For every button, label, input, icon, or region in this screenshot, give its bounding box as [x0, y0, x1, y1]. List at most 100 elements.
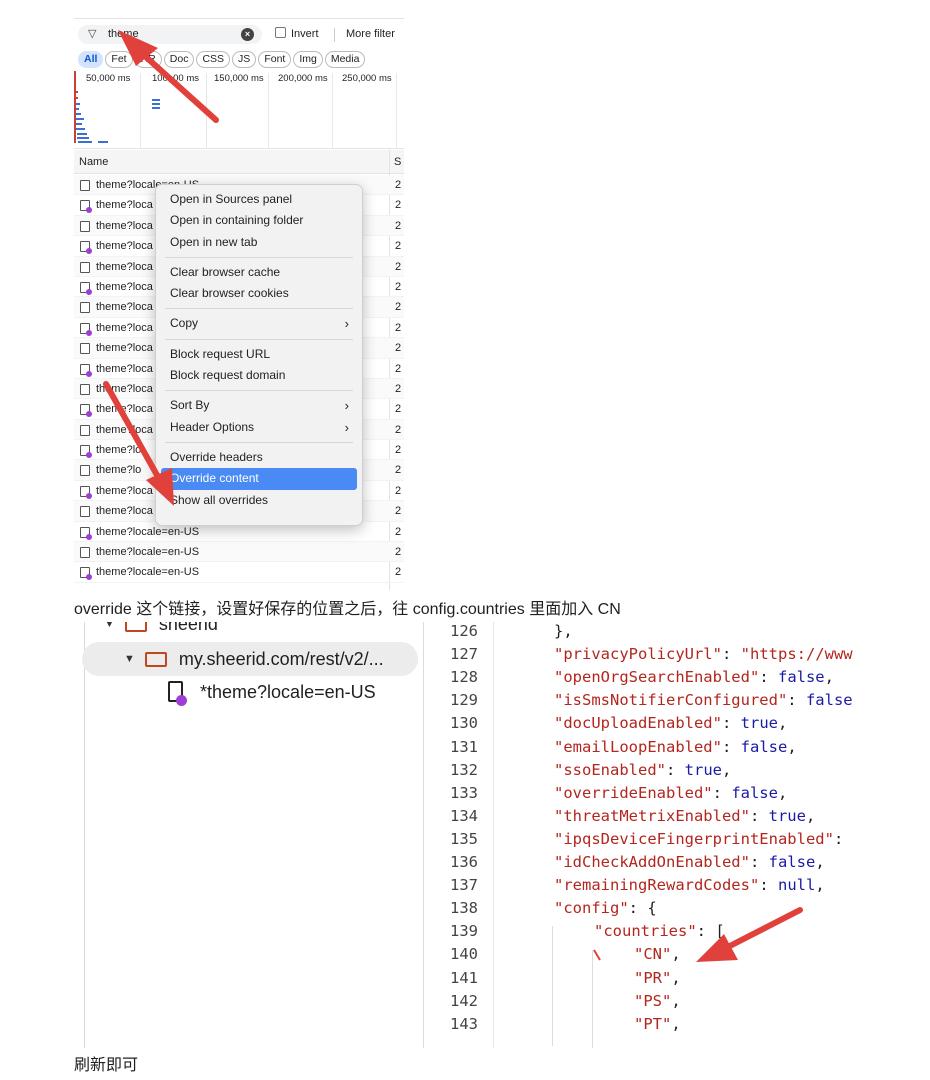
timeline-overview[interactable]: 50,000 ms 100, 00 ms 150,000 ms 200,000 ms 2… — [74, 71, 404, 149]
more-filters-button[interactable]: More filter — [346, 27, 395, 42]
request-name: theme?locale=en-US — [96, 546, 200, 559]
request-name: theme?loca — [96, 240, 153, 253]
menu-item[interactable]: Header Options › — [161, 417, 357, 438]
timeline-bar — [77, 137, 89, 139]
menu-item[interactable]: Open in new tab — [161, 232, 357, 253]
chevron-down-icon[interactable]: ▼ — [124, 646, 135, 672]
menu-item[interactable]: Clear browser cache — [161, 262, 357, 283]
menu-item-label: Open in Sources panel — [170, 192, 293, 206]
menu-item-label: Show all overrides — [170, 492, 269, 507]
request-status: 2 — [395, 566, 402, 579]
line-number: 133 — [450, 783, 478, 802]
document-override-icon — [80, 200, 92, 214]
menu-item[interactable]: Sort By › — [161, 395, 357, 416]
timeline-bar — [78, 141, 92, 143]
filter-input[interactable]: ▽ theme × — [78, 25, 262, 44]
request-name: theme?loca — [96, 280, 153, 293]
context-menu: Open in Sources panel Open in containing … — [155, 184, 363, 526]
code-line: "overrideEnabled": false, — [554, 784, 787, 802]
code-line: "countries": [ — [594, 922, 725, 940]
table-row[interactable]: theme?locale=en-US 2 — [74, 562, 404, 583]
code-token: "CN" — [634, 945, 672, 964]
menu-separator — [165, 441, 353, 443]
line-number: 127 — [450, 645, 478, 664]
code-line: "remainingRewardCodes": null, — [554, 876, 825, 894]
menu-separator — [165, 338, 353, 340]
menu-item[interactable]: Clear browser cookies — [161, 283, 357, 304]
tree-file-theme[interactable]: *theme?locale=en-US — [168, 679, 376, 706]
request-status: 2 — [395, 444, 402, 457]
code-editor[interactable]: 126}, 127 "privacyPolicyUrl": "https://www… — [424, 622, 874, 1048]
code-token: true — [684, 760, 722, 779]
code-line: "idCheckAddOnEnabled": false, — [554, 853, 825, 871]
document-override-icon — [80, 445, 92, 459]
code-token: : — [721, 714, 741, 733]
type-filter-chip[interactable]: Font — [258, 51, 292, 68]
type-filter-chip[interactable]: Doc — [163, 51, 195, 68]
code-line: "privacyPolicyUrl": "https://www — [554, 645, 853, 663]
document-override-icon — [80, 363, 92, 377]
menu-item[interactable]: Override headers — [161, 447, 357, 468]
chevron-right-icon: › — [344, 398, 349, 414]
timeline-tick-label: 200,000 ms — [278, 73, 328, 84]
code-token: false — [740, 737, 788, 756]
code-token: : — [721, 645, 741, 664]
menu-item[interactable]: Override content — [161, 468, 357, 490]
type-filter-chip[interactable]: Fet — [105, 51, 133, 68]
tree-folder-selected[interactable]: ▼ my.sheerid.com/rest/v2/... — [82, 642, 418, 676]
timeline-bar — [76, 123, 82, 125]
folder-label: my.sheerid.com/rest/v2/... — [178, 649, 384, 669]
footer-text: 刷新即可 — [74, 1057, 139, 1074]
column-status[interactable]: S — [394, 150, 401, 174]
request-status: 2 — [395, 240, 402, 253]
instruction-caption: override 这个链接，设置好保存的位置之后，往 config.countr… — [74, 601, 621, 618]
type-filter-chip[interactable]: Media — [324, 51, 366, 68]
code-token: "openOrgSearchEnabled" — [554, 668, 760, 687]
type-filter-chip[interactable]: Img — [293, 51, 323, 68]
tree-folder-sheerid[interactable]: ▼ sheerid — [104, 622, 218, 637]
type-filter-chip[interactable]: HR — [134, 51, 162, 68]
document-override-icon — [80, 241, 92, 255]
file-icon — [80, 547, 90, 559]
code-token: : — [833, 829, 844, 848]
line-number: 141 — [450, 968, 478, 987]
file-icon — [80, 465, 90, 477]
column-name[interactable]: Name — [79, 150, 108, 174]
request-status: 2 — [395, 423, 402, 436]
timeline-tick-label: 100, 00 ms — [152, 73, 199, 84]
menu-item[interactable]: Block request URL — [161, 344, 357, 365]
menu-item[interactable]: Copy › — [161, 313, 357, 334]
type-filter-chip[interactable]: CSS — [196, 51, 231, 68]
invert-checkbox[interactable]: Invert — [275, 27, 319, 42]
code-token: false — [777, 668, 825, 687]
request-name: theme?loca — [96, 505, 153, 518]
timeline-bar — [98, 141, 108, 143]
type-filter-chip[interactable]: JS — [232, 51, 257, 68]
request-status: 2 — [395, 484, 402, 497]
code-token: : — [712, 783, 732, 802]
code-token: false — [768, 853, 816, 871]
code-token: : — [665, 760, 685, 779]
table-row[interactable]: theme?locale=en-US 2 — [74, 542, 404, 563]
request-status: 2 — [395, 546, 402, 559]
chevron-down-icon[interactable]: ▼ — [104, 622, 115, 637]
menu-item[interactable]: Open in Sources panel — [161, 189, 357, 210]
checkbox-icon[interactable] — [275, 27, 286, 38]
menu-item[interactable]: Open in containing folder — [161, 210, 357, 231]
menu-separator — [165, 308, 353, 310]
line-number: 126 — [450, 622, 478, 640]
code-token: "PS" — [634, 991, 672, 1010]
type-filter-chip[interactable]: All — [78, 51, 104, 68]
menu-item[interactable]: Block request domain — [161, 365, 357, 386]
request-status: 2 — [395, 199, 402, 212]
menu-item[interactable]: Show all overrides — [161, 490, 357, 511]
request-status: 2 — [395, 464, 402, 477]
menu-item-label: Override content — [170, 471, 259, 486]
line-number: 137 — [450, 876, 478, 895]
line-number: 140 — [450, 945, 478, 964]
code-token: "countries" — [594, 922, 697, 941]
clear-filter-icon[interactable]: × — [241, 28, 254, 41]
request-status: 2 — [395, 260, 402, 273]
line-number: 135 — [450, 829, 478, 848]
request-name: theme?locale=en-US — [96, 566, 200, 579]
